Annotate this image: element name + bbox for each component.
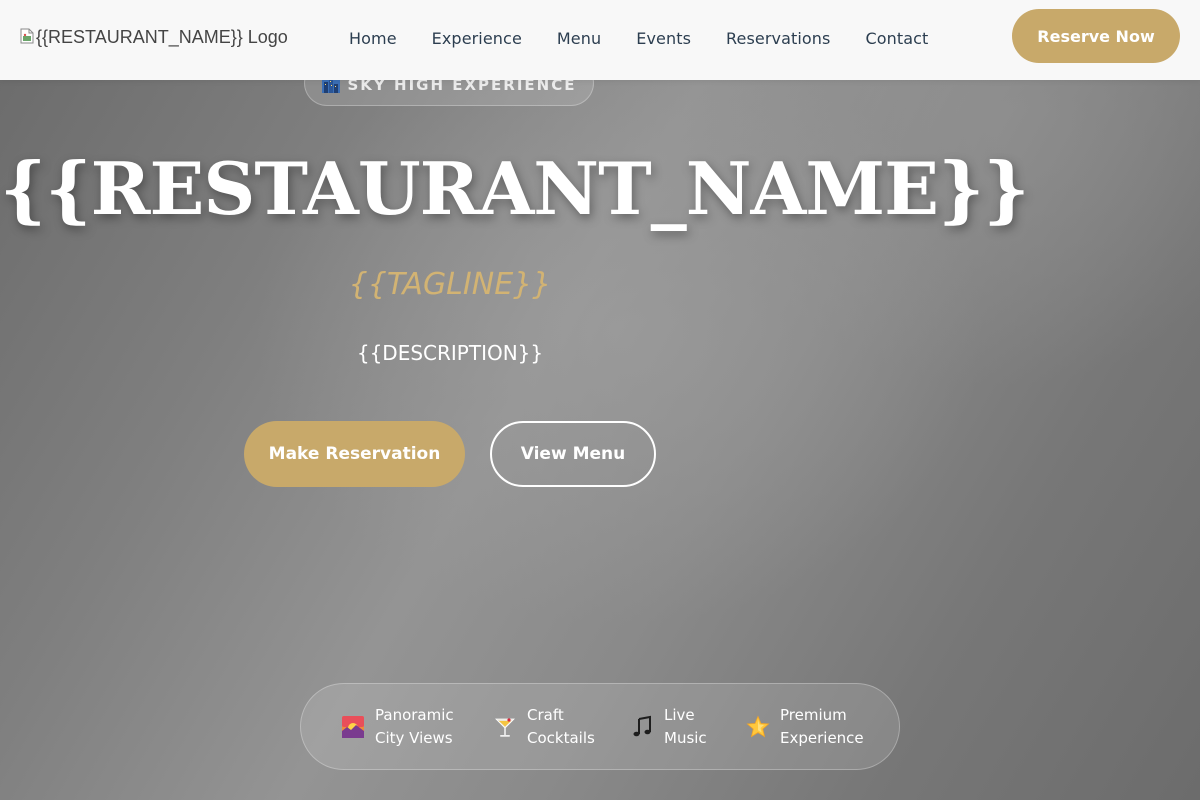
logo-alt-text: {{RESTAURANT_NAME}} Logo	[36, 27, 288, 47]
main-nav: Home Experience Menu Events Reservations…	[349, 29, 963, 48]
reserve-now-button[interactable]: Reserve Now	[1012, 9, 1180, 63]
feature-live-music: Live Music	[630, 684, 707, 769]
feature-label: Panoramic City Views	[375, 705, 454, 747]
navbar: {{RESTAURANT_NAME}} Logo Home Experience…	[0, 0, 1200, 80]
broken-image-icon	[20, 28, 34, 43]
nav-link-reservations[interactable]: Reservations	[726, 29, 830, 48]
tagline: {{TAGLINE}}	[348, 267, 552, 302]
sunset-icon	[342, 715, 364, 738]
restaurant-title: {{RESTAURANT_NAME}}	[0, 146, 1030, 231]
music-note-icon	[633, 715, 651, 736]
site-logo[interactable]: {{RESTAURANT_NAME}} Logo	[20, 27, 288, 48]
nav-link-home[interactable]: Home	[349, 29, 397, 48]
hero-background	[0, 0, 1200, 800]
feature-premium-experience: Premium Experience	[746, 684, 864, 769]
feature-craft-cocktails: Craft Cocktails	[493, 684, 595, 769]
view-menu-button[interactable]: View Menu	[490, 421, 656, 487]
make-reservation-button[interactable]: Make Reservation	[244, 421, 465, 487]
feature-label: Premium Experience	[780, 705, 864, 747]
features-bar: Panoramic City Views Craft Cocktails Liv…	[300, 683, 900, 770]
star-icon	[746, 714, 770, 737]
cocktail-icon	[495, 717, 515, 737]
nav-link-contact[interactable]: Contact	[865, 29, 928, 48]
nav-link-menu[interactable]: Menu	[557, 29, 601, 48]
feature-label: Craft Cocktails	[527, 705, 595, 747]
feature-panoramic-views: Panoramic City Views	[341, 684, 454, 769]
nav-link-experience[interactable]: Experience	[432, 29, 522, 48]
nav-link-events[interactable]: Events	[636, 29, 691, 48]
feature-label: Live Music	[664, 705, 707, 747]
description: {{DESCRIPTION}}	[356, 341, 544, 365]
